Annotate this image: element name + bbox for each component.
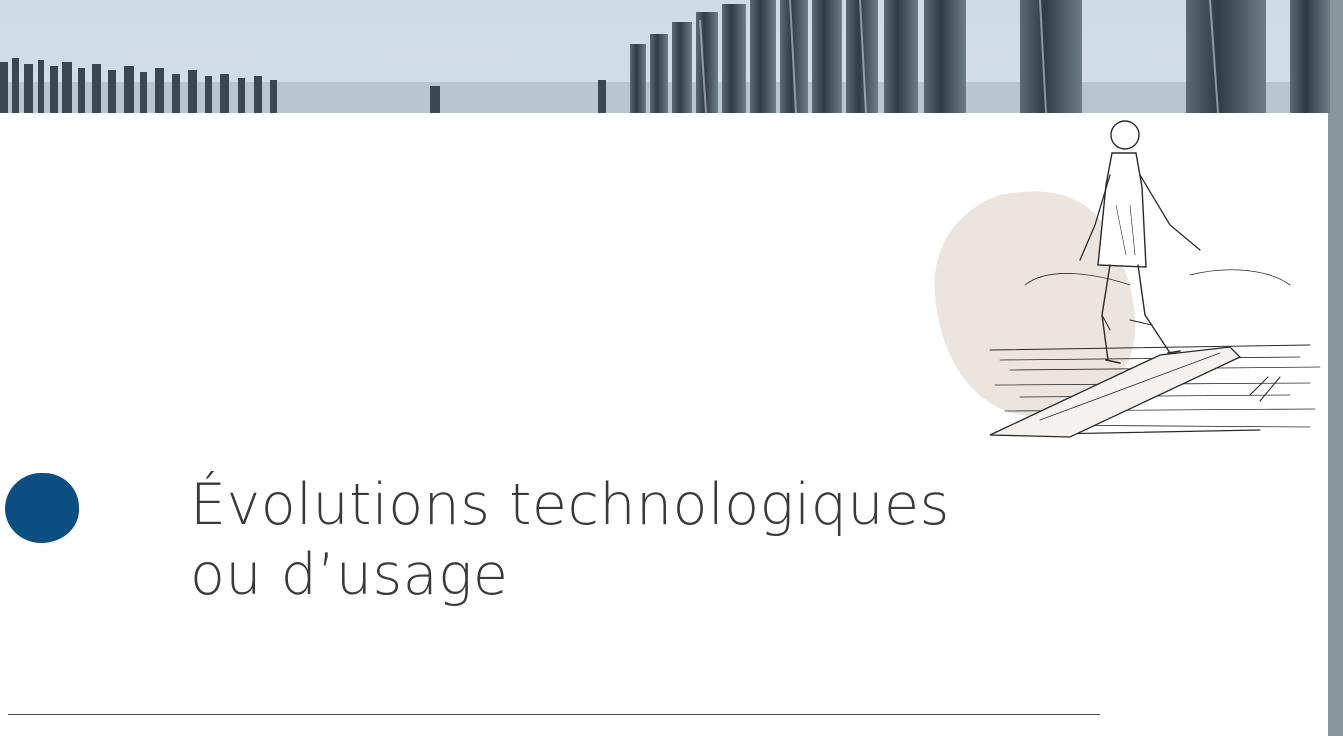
section-title: Évolutions technologiques ou d’usage bbox=[190, 470, 1190, 610]
section-title-line-2: ou d’usage bbox=[190, 542, 509, 608]
section-bullet-dot bbox=[5, 473, 79, 543]
section-title-line-1: Évolutions technologiques bbox=[190, 472, 950, 538]
section-divider-line bbox=[8, 714, 1100, 715]
person-on-board-illustration bbox=[930, 115, 1330, 445]
